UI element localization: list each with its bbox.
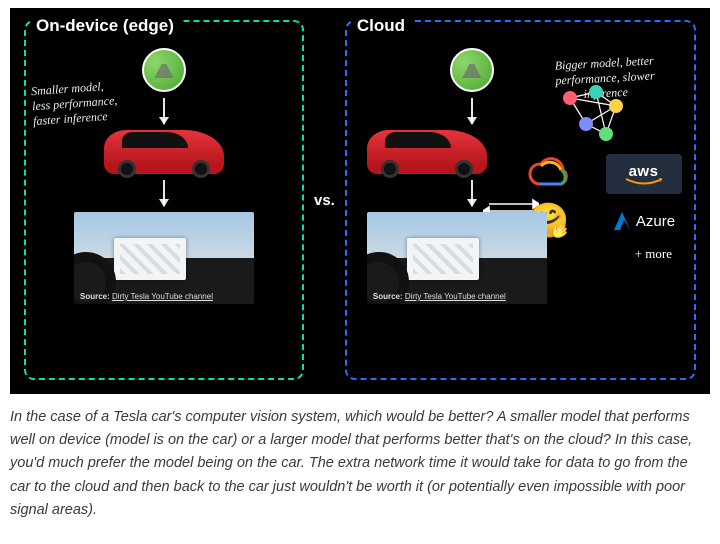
cloud-panel: Cloud Bigger model, better performance, … bbox=[345, 20, 696, 380]
google-cloud-icon bbox=[511, 154, 587, 194]
more-providers-label: + more bbox=[635, 246, 672, 262]
neural-network-icon bbox=[558, 84, 628, 146]
comparison-diagram: On-device (edge) Smaller model, less per… bbox=[10, 8, 710, 394]
edge-panel-title: On-device (edge) bbox=[30, 16, 180, 36]
cloud-panel-title: Cloud bbox=[351, 16, 411, 36]
edge-panel: On-device (edge) Smaller model, less per… bbox=[24, 20, 304, 380]
source-credit: Source: Dirty Tesla YouTube channel bbox=[80, 292, 213, 301]
vs-label: vs. bbox=[312, 20, 337, 380]
dashboard-screenshot: Source: Dirty Tesla YouTube channel bbox=[367, 212, 547, 304]
dashboard-screenshot: Source: Dirty Tesla YouTube channel bbox=[74, 212, 254, 304]
figure-caption: In the case of a Tesla car's computer vi… bbox=[10, 406, 710, 522]
arrow-down-icon bbox=[163, 98, 165, 124]
car-image bbox=[104, 130, 224, 174]
source-credit: Source: Dirty Tesla YouTube channel bbox=[373, 292, 506, 301]
edge-handwriting-note: Smaller model, less performance, faster … bbox=[31, 76, 154, 129]
arrow-down-icon bbox=[163, 180, 165, 206]
azure-icon: Azure bbox=[612, 211, 675, 231]
aws-icon: aws bbox=[606, 154, 682, 194]
world-road-icon bbox=[142, 48, 186, 92]
arrow-down-icon bbox=[471, 98, 473, 124]
arrow-down-icon bbox=[471, 180, 473, 206]
car-image bbox=[367, 130, 487, 174]
world-road-icon bbox=[450, 48, 494, 92]
